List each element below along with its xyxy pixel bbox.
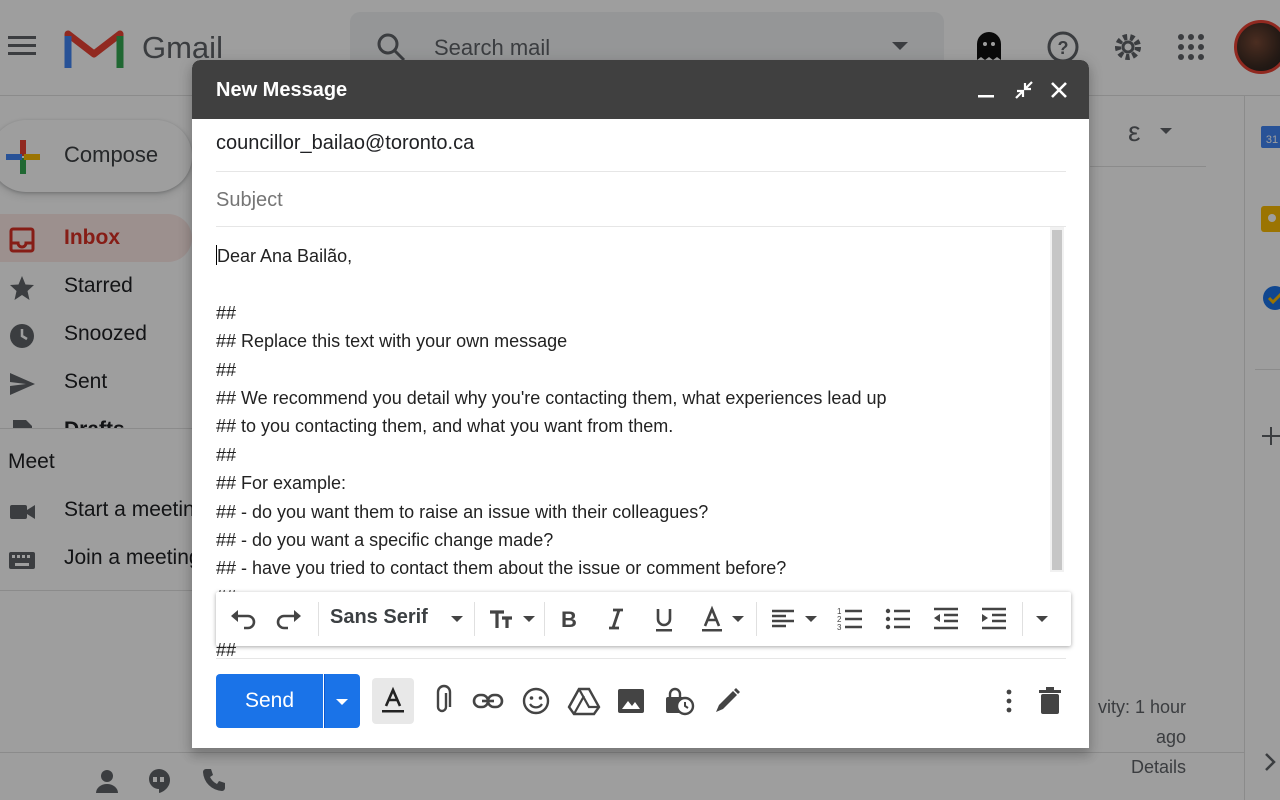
toolbar-separator	[756, 602, 757, 636]
discard-draft-icon[interactable]	[1033, 684, 1067, 718]
underline-icon[interactable]	[649, 604, 679, 634]
message-body-line: ## We recommend you detail why you're co…	[216, 388, 887, 409]
message-body[interactable]: Dear Ana Bailão, ## ## Replace this text …	[216, 242, 1042, 652]
toolbar-separator	[544, 602, 545, 636]
indent-less-icon[interactable]	[931, 604, 961, 634]
text-cursor	[216, 245, 217, 265]
close-icon[interactable]	[1047, 78, 1071, 102]
toolbar-separator	[318, 602, 319, 636]
subject-field[interactable]: Subject	[216, 189, 283, 212]
text-color-icon[interactable]	[697, 604, 727, 634]
send-options-button[interactable]	[324, 674, 360, 728]
italic-icon[interactable]	[601, 604, 631, 634]
send-button[interactable]: Send	[216, 674, 323, 728]
recipient-field[interactable]: councillor_bailao@toronto.ca	[216, 132, 474, 155]
message-body-line: ## Replace this text with your own messa…	[216, 331, 568, 352]
compose-title: New Message	[216, 79, 348, 101]
emoji-icon[interactable]	[519, 684, 553, 718]
chevron-down-icon[interactable]	[805, 616, 817, 622]
confidential-mode-icon[interactable]	[662, 684, 696, 718]
compose-header[interactable]: New Message	[192, 60, 1089, 119]
font-family-select[interactable]: Sans Serif	[330, 606, 428, 629]
align-icon[interactable]	[768, 604, 798, 634]
message-body-line: ##	[216, 359, 237, 380]
numbered-list-icon[interactable]: 123	[835, 604, 865, 634]
message-body-line: ## For example:	[216, 473, 347, 494]
text-format-icon	[382, 686, 404, 713]
insert-link-icon[interactable]	[471, 684, 505, 718]
chevron-down-icon[interactable]	[523, 616, 535, 622]
minimize-icon[interactable]	[974, 78, 998, 102]
formatting-toolbar: Sans Serif B 123	[216, 592, 1071, 646]
toolbar-separator	[474, 602, 475, 636]
chevron-down-icon[interactable]	[451, 616, 463, 622]
message-body-line: ## - do you want them to raise an issue …	[216, 501, 709, 522]
font-size-icon[interactable]	[486, 604, 516, 634]
more-options-icon[interactable]	[992, 684, 1026, 718]
chevron-down-icon	[336, 699, 348, 705]
message-body-line: ## - do you want a specific change made?	[216, 530, 554, 551]
bold-icon[interactable]: B	[554, 604, 584, 634]
message-body-line: ## to you contacting them, and what you …	[216, 416, 674, 437]
scrollbar-thumb[interactable]	[1052, 230, 1062, 570]
message-body-line: ##	[216, 302, 237, 323]
google-drive-icon[interactable]	[567, 684, 601, 718]
field-divider	[216, 226, 1066, 227]
bulleted-list-icon[interactable]	[883, 604, 913, 634]
svg-text:3: 3	[837, 623, 842, 632]
insert-photo-icon[interactable]	[614, 684, 648, 718]
exit-fullscreen-icon[interactable]	[1012, 78, 1036, 102]
svg-text:B: B	[561, 607, 577, 632]
formatting-options-button[interactable]	[372, 678, 414, 724]
signature-pen-icon[interactable]	[710, 684, 744, 718]
indent-more-icon[interactable]	[979, 604, 1009, 634]
undo-icon[interactable]	[228, 604, 258, 634]
redo-icon[interactable]	[274, 604, 304, 634]
chevron-down-icon[interactable]	[732, 616, 744, 622]
more-formatting-icon[interactable]	[1036, 616, 1048, 622]
attach-file-icon[interactable]	[426, 684, 460, 718]
message-body-line	[216, 270, 1042, 298]
body-divider	[216, 658, 1066, 659]
message-body-line: ## - have you tried to contact them abou…	[216, 558, 787, 579]
field-divider	[216, 171, 1066, 172]
compose-dialog: New Message councillor_bailao@toronto.ca…	[192, 60, 1089, 748]
message-body-line: Dear Ana Bailão,	[216, 245, 353, 266]
toolbar-separator	[1022, 602, 1023, 636]
message-body-line: ##	[216, 444, 237, 465]
